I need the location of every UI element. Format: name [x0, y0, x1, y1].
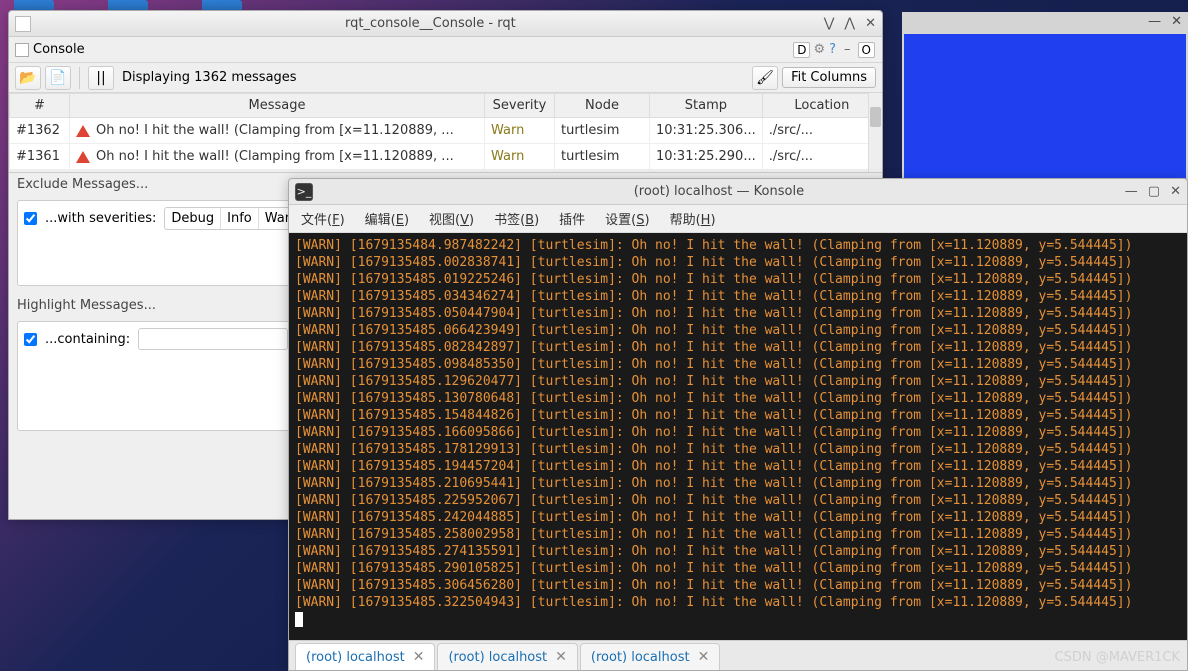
- table-row[interactable]: #1362Oh no! I hit the wall! (Clamping fr…: [10, 118, 882, 144]
- col-stamp[interactable]: Stamp: [650, 94, 763, 118]
- maximize-icon[interactable]: ▢: [1148, 184, 1160, 199]
- highlight-contain-checkbox[interactable]: [24, 333, 37, 346]
- terminal-cursor: [295, 612, 303, 627]
- console-label: Console: [15, 42, 85, 57]
- terminal-output[interactable]: [WARN] [1679135484.987482242] [turtlesim…: [289, 233, 1187, 640]
- window-title: rqt_console__Console - rqt: [37, 16, 824, 31]
- window-icon: [15, 16, 31, 32]
- severity-option[interactable]: Debug: [165, 208, 221, 229]
- highlight-contain-label: ...containing:: [45, 332, 130, 347]
- konsole-window: >_ (root) localhost — Konsole — ▢ ✕ 文件(F…: [288, 178, 1188, 671]
- watermark: CSDN @MAVER1CK: [1055, 650, 1181, 665]
- rqt-toolbar: 📂 📄 || Displaying 1362 messages 🖌 Fit Co…: [9, 63, 882, 93]
- exclude-sev-checkbox[interactable]: [24, 212, 37, 225]
- konsole-tab[interactable]: (root) localhost ✕: [580, 643, 720, 670]
- warning-icon: [76, 151, 90, 163]
- table-row[interactable]: #1361Oh no! I hit the wall! (Clamping fr…: [10, 144, 882, 170]
- highlight-text-input[interactable]: [138, 328, 288, 350]
- konsole-tabs: (root) localhost✕(root) localhost✕(root)…: [289, 640, 1187, 670]
- tab-close-icon[interactable]: ✕: [555, 649, 567, 665]
- table-scrollbar[interactable]: [868, 93, 882, 172]
- tab-label: (root) localhost: [448, 650, 547, 665]
- rqt-titlebar[interactable]: rqt_console__Console - rqt ⋁ ⋀ ✕: [9, 11, 882, 37]
- tab-close-icon[interactable]: ✕: [413, 649, 425, 665]
- col-loc[interactable]: Location: [762, 94, 881, 118]
- menu-item[interactable]: 书签(B): [494, 209, 539, 228]
- col-sev[interactable]: Severity: [485, 94, 555, 118]
- tab-close-icon[interactable]: ✕: [698, 649, 710, 665]
- settings-gear-icon[interactable]: ⚙: [813, 42, 825, 57]
- menu-item[interactable]: 帮助(H): [670, 209, 716, 228]
- konsole-menubar[interactable]: 文件(F) 编辑(E) 视图(V) 书签(B) 插件 设置(S) 帮助(H): [289, 205, 1187, 233]
- terminal-icon: >_: [295, 183, 313, 201]
- close-icon[interactable]: ✕: [1171, 14, 1182, 29]
- konsole-tab[interactable]: (root) localhost ✕: [295, 643, 435, 670]
- badge-o[interactable]: O: [858, 42, 875, 58]
- help-icon[interactable]: ?: [829, 42, 836, 57]
- minimize-icon[interactable]: —: [1125, 184, 1138, 199]
- close-icon[interactable]: ✕: [865, 16, 876, 31]
- minimize-icon[interactable]: ⋁: [824, 16, 835, 31]
- tab-label: (root) localhost: [591, 650, 690, 665]
- minimize-icon[interactable]: —: [1148, 14, 1161, 29]
- menu-item[interactable]: 编辑(E): [365, 209, 409, 228]
- menu-item[interactable]: 文件(F): [301, 209, 345, 228]
- pause-button[interactable]: ||: [88, 66, 114, 90]
- severity-option[interactable]: Info: [221, 208, 259, 229]
- col-node[interactable]: Node: [555, 94, 650, 118]
- console-icon: [15, 43, 29, 57]
- warning-icon: [76, 125, 90, 137]
- dash: –: [844, 42, 851, 57]
- menu-item[interactable]: 插件: [559, 209, 585, 228]
- col-num[interactable]: #: [10, 94, 70, 118]
- menu-item[interactable]: 设置(S): [605, 209, 649, 228]
- message-count-label: Displaying 1362 messages: [122, 70, 297, 85]
- exclude-sev-label: ...with severities:: [45, 211, 156, 226]
- close-icon[interactable]: ✕: [1170, 184, 1181, 199]
- message-table[interactable]: # Message Severity Node Stamp Location #…: [9, 93, 882, 173]
- open-button[interactable]: 📂: [15, 66, 41, 90]
- save-button[interactable]: 📄: [45, 66, 71, 90]
- tab-label: (root) localhost: [306, 650, 405, 665]
- clear-button[interactable]: 🖌: [752, 66, 778, 90]
- fit-columns-button[interactable]: Fit Columns: [782, 67, 876, 88]
- konsole-titlebar[interactable]: >_ (root) localhost — Konsole — ▢ ✕: [289, 179, 1187, 205]
- maximize-icon[interactable]: ⋀: [844, 16, 855, 31]
- konsole-tab[interactable]: (root) localhost ✕: [437, 643, 577, 670]
- col-msg[interactable]: Message: [70, 94, 485, 118]
- badge-d[interactable]: D: [793, 42, 810, 58]
- menu-item[interactable]: 视图(V): [429, 209, 474, 228]
- konsole-title: (root) localhost — Konsole: [313, 184, 1125, 199]
